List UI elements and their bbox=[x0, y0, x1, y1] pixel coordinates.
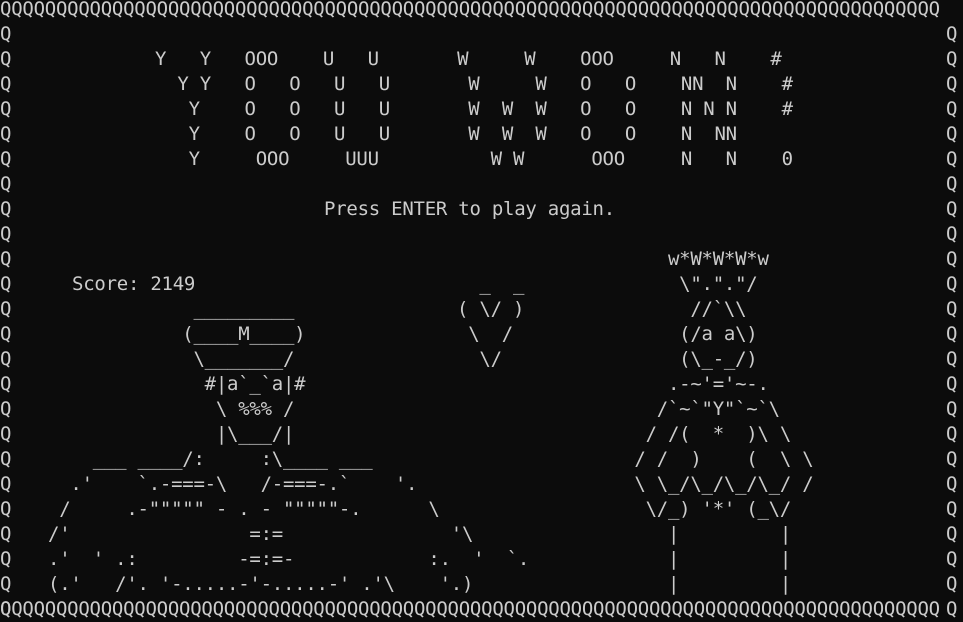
you-won-banner: Y Y OOO U U W W OOO N N # Y Y O O U U W … bbox=[155, 48, 793, 170]
bottom-border: QQQQQQQQQQQQQQQQQQQQQQQQQQQQQQQQQQQQQQQQ… bbox=[0, 598, 940, 620]
princess-character-art: w*W*W*W*w \"."."/ //`\\ (/a a\) (\_-_/) … bbox=[634, 248, 814, 595]
heart-icon: _ _ ( \/ ) \ / \/ bbox=[457, 273, 525, 370]
right-border: Q Q Q Q Q Q Q Q Q Q Q Q Q Q Q Q Q Q Q Q … bbox=[946, 23, 958, 620]
left-border: Q Q Q Q Q Q Q Q Q Q Q Q Q Q Q Q Q Q Q Q … bbox=[0, 23, 12, 620]
score-display: Score: 2149 bbox=[72, 273, 196, 295]
play-again-prompt: Press ENTER to play again. bbox=[324, 198, 615, 220]
top-border: QQQQQQQQQQQQQQQQQQQQQQQQQQQQQQQQQQQQQQQQ… bbox=[0, 0, 940, 20]
terminal-window: QQQQQQQQQQQQQQQQQQQQQQQQQQQQQQQQQQQQQQQQ… bbox=[0, 0, 963, 622]
